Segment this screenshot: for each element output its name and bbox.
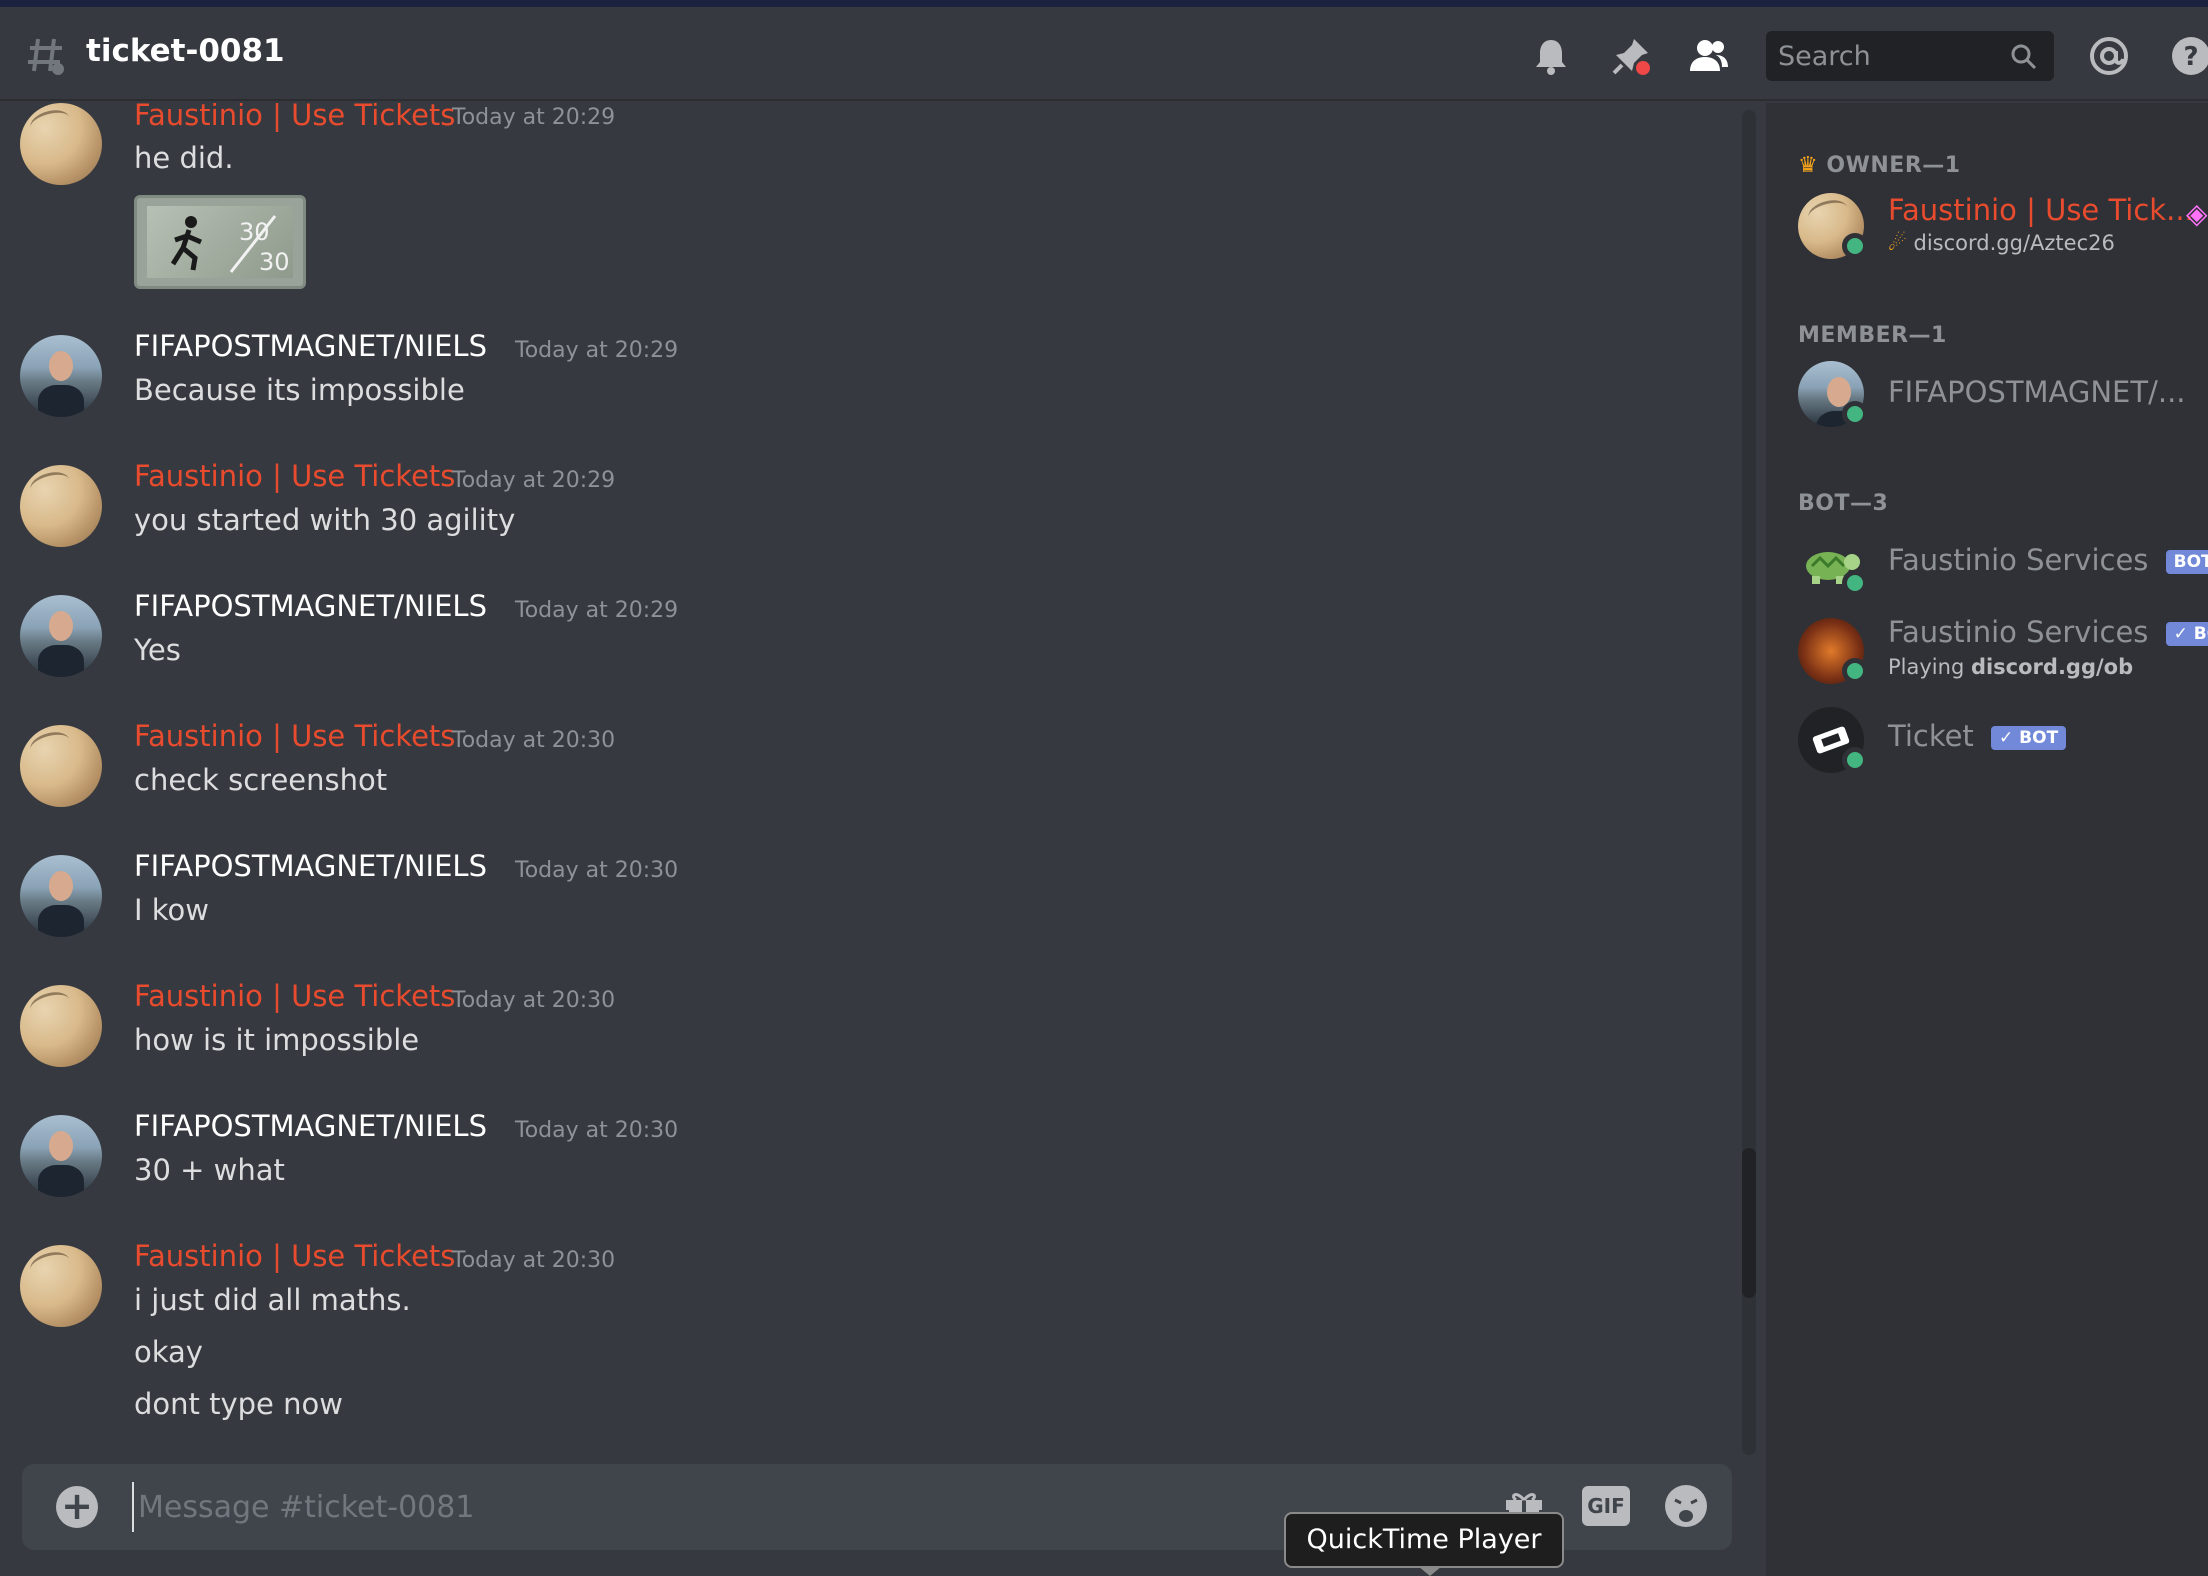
author-name[interactable]: FIFAPOSTMAGNET/NIELS [134, 589, 487, 623]
timestamp: Today at 20:29 [452, 105, 616, 130]
avatar[interactable] [20, 595, 102, 677]
bot-name-text: Faustinio Services [1888, 543, 2149, 577]
avatar[interactable] [20, 103, 102, 185]
online-status-icon [1842, 747, 1868, 773]
member-name[interactable]: FIFAPOSTMAGNET/... [1888, 375, 2186, 409]
author-name[interactable]: FIFAPOSTMAGNET/NIELS [134, 1109, 487, 1143]
bot-name[interactable]: Faustinio Services ✓ BOT [1888, 615, 2208, 649]
search-icon[interactable] [2010, 43, 2038, 71]
bot-category: BOT—3 [1798, 491, 1889, 516]
window-top-strip [0, 0, 2208, 7]
quicktime-tooltip: QuickTime Player [1284, 1512, 1564, 1568]
avatar[interactable] [20, 725, 102, 807]
message-text: check screenshot [134, 763, 388, 797]
timestamp: Today at 20:30 [452, 988, 616, 1013]
timestamp: Today at 20:30 [452, 1248, 616, 1273]
message-text: i just did all maths. [134, 1283, 411, 1317]
online-status-icon [1842, 401, 1868, 427]
timestamp: Today at 20:29 [452, 468, 616, 493]
avatar[interactable] [20, 465, 102, 547]
message-text: I kow [134, 893, 209, 927]
message-text: Because its impossible [134, 373, 465, 407]
verified-bot-tag: ✓ BOT [1991, 726, 2067, 750]
message-text: Yes [134, 633, 181, 667]
timestamp: Today at 20:29 [515, 338, 679, 363]
message-text: how is it impossible [134, 1023, 420, 1057]
message-text: dont type now [134, 1387, 343, 1421]
author-name[interactable]: Faustinio | Use Tickets [134, 979, 455, 1013]
timestamp: Today at 20:30 [515, 1118, 679, 1143]
search-input[interactable] [1766, 31, 1986, 81]
message-input[interactable] [132, 1482, 1432, 1532]
mention-icon[interactable] [2088, 35, 2130, 77]
author-name[interactable]: FIFAPOSTMAGNET/NIELS [134, 329, 487, 363]
avatar[interactable] [20, 335, 102, 417]
channel-header: ticket-0081 ? [0, 7, 2208, 101]
author-name[interactable]: Faustinio | Use Tickets [134, 103, 455, 132]
avatar[interactable] [20, 1115, 102, 1197]
bot-tag: BOT [2165, 550, 2208, 574]
crown-icon: ♛ [1798, 153, 1819, 178]
image-attachment[interactable]: 30 30 [134, 195, 306, 289]
nitro-gem-icon: ◈ [2186, 197, 2208, 230]
author-name[interactable]: FIFAPOSTMAGNET/NIELS [134, 849, 487, 883]
activity-text: discord.gg/ob [1970, 655, 2134, 679]
message-text: 30 + what [134, 1153, 285, 1187]
agility-icon: 30 30 [170, 215, 290, 276]
bot-activity: Playing discord.gg/ob [1888, 655, 2133, 679]
attachment-preview: 30 30 [147, 206, 293, 278]
timestamp: Today at 20:30 [452, 728, 616, 753]
emoji-icon[interactable] [1662, 1482, 1710, 1530]
owner-name[interactable]: Faustinio | Use Tick... [1888, 193, 2194, 227]
member-list: ♛ OWNER—1 Faustinio | Use Tick... ◈ ☄ di… [1766, 103, 2208, 1576]
author-name[interactable]: Faustinio | Use Tickets [134, 459, 455, 493]
help-icon[interactable]: ? [2170, 35, 2208, 77]
message-text: you started with 30 agility [134, 503, 516, 537]
hash-icon [28, 38, 64, 75]
timestamp: Today at 20:30 [515, 858, 679, 883]
verified-bot-tag: ✓ BOT [2165, 622, 2208, 646]
online-status-icon [1842, 658, 1868, 684]
avatar[interactable] [20, 985, 102, 1067]
avatar[interactable] [20, 855, 102, 937]
pin-icon[interactable] [1610, 35, 1652, 77]
bot-name-text: Ticket [1888, 719, 1974, 753]
svg-text:?: ? [2183, 42, 2198, 72]
owner-status: ☄ discord.gg/Aztec26 [1888, 231, 2115, 255]
activity-prefix: Playing [1888, 655, 1971, 679]
avatar[interactable] [20, 1245, 102, 1327]
channel-title: ticket-0081 [86, 33, 285, 69]
owner-category: ♛ OWNER—1 [1798, 153, 1961, 178]
tooltip-arrow [1418, 1566, 1442, 1576]
bot-name-text: Faustinio Services [1888, 615, 2149, 649]
svg-text:30: 30 [259, 248, 290, 276]
owner-status-text: discord.gg/Aztec26 [1913, 231, 2115, 255]
bot-name[interactable]: Ticket ✓ BOT [1888, 719, 2067, 753]
upload-plus-button[interactable]: + [56, 1486, 98, 1528]
chat-scrollbar-thumb[interactable] [1742, 1148, 1756, 1298]
search-box[interactable] [1766, 31, 2054, 81]
message-list[interactable]: Faustinio | Use Tickets Today at 20:29 h… [0, 103, 1750, 1458]
owner-category-label: OWNER—1 [1826, 153, 1961, 178]
bell-icon[interactable] [1530, 35, 1572, 77]
comet-icon: ☄ [1888, 231, 1907, 255]
gif-button[interactable]: GIF [1582, 1486, 1630, 1526]
online-status-icon [1842, 233, 1868, 259]
members-icon[interactable] [1688, 35, 1730, 77]
bot-name[interactable]: Faustinio Services BOT [1888, 543, 2208, 577]
member-category: MEMBER—1 [1798, 323, 1947, 348]
author-name[interactable]: Faustinio | Use Tickets [134, 719, 455, 753]
message-text: okay [134, 1335, 203, 1369]
author-name[interactable]: Faustinio | Use Tickets [134, 1239, 455, 1273]
timestamp: Today at 20:29 [515, 598, 679, 623]
message-text: he did. [134, 141, 234, 175]
online-status-icon [1842, 570, 1868, 596]
